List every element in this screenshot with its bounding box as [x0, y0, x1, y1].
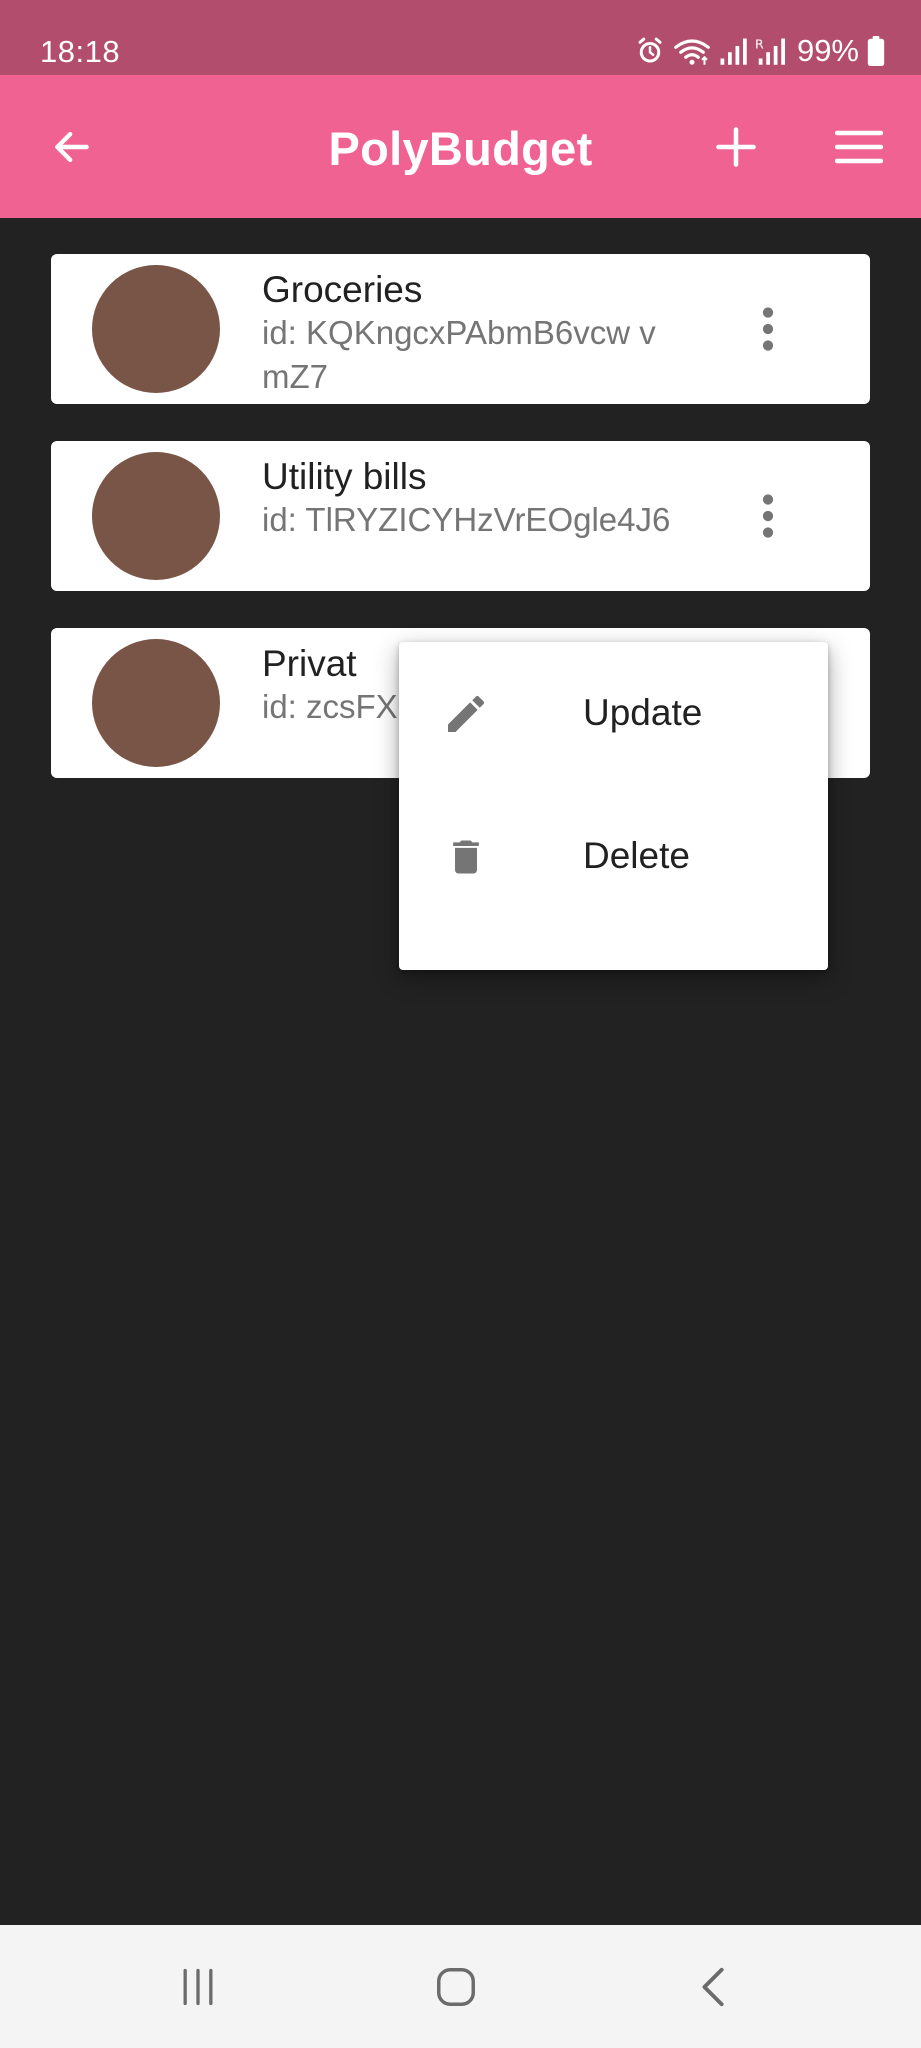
context-menu: Update Delete [399, 642, 828, 970]
app-bar: PolyBudget [0, 75, 921, 218]
alarm-icon [638, 37, 662, 63]
status-bar: 18:18 R 99% [0, 0, 921, 75]
pencil-icon [441, 689, 491, 739]
back-icon [702, 1967, 724, 2007]
recents-button[interactable] [162, 1951, 234, 2023]
home-button[interactable] [420, 1951, 492, 2023]
menu-item-label: Delete [583, 835, 690, 876]
menu-item-update[interactable]: Update [399, 642, 828, 785]
budget-name: Utility bills [262, 456, 427, 497]
budget-id: id: TlRYZICYHzVrEOgle4J6 [262, 501, 671, 538]
budget-card-utility-bills[interactable]: Utility bills id: TlRYZICYHzVrEOgle4J6 [51, 441, 870, 591]
budget-name: Privat [262, 643, 357, 684]
plus-icon [716, 127, 756, 167]
budget-id: id: KQKngcxPAbmB6vcw vmZ7 [262, 314, 656, 395]
status-time: 18:18 [40, 34, 121, 69]
hamburger-icon [835, 130, 883, 164]
system-nav-bar [0, 1925, 921, 2048]
more-options-button[interactable] [743, 297, 793, 361]
app-title: PolyBudget [328, 122, 593, 175]
status-icons: R 99% [635, 33, 885, 69]
wifi-icon [674, 39, 710, 65]
home-icon [437, 1968, 475, 2006]
budget-card-groceries[interactable]: Groceries id: KQKngcxPAbmB6vcw vmZ7 [51, 254, 870, 404]
battery-icon [867, 36, 885, 66]
avatar [92, 265, 220, 393]
more-vert-icon [762, 494, 774, 538]
trash-icon [441, 832, 491, 882]
more-options-button[interactable] [743, 484, 793, 548]
signal-r-icon: R [755, 37, 785, 65]
menu-item-delete[interactable]: Delete [399, 785, 828, 928]
menu-button[interactable] [823, 111, 895, 183]
recents-icon [183, 1968, 213, 2006]
back-nav-button[interactable] [678, 1951, 750, 2023]
battery-percent: 99% [796, 33, 859, 68]
more-vert-icon [762, 307, 774, 351]
budget-name: Groceries [262, 269, 423, 310]
add-budget-button[interactable] [700, 111, 772, 183]
signal-icon [720, 38, 747, 65]
avatar [92, 452, 220, 580]
avatar [92, 639, 220, 767]
menu-item-label: Update [583, 692, 703, 733]
svg-text:R: R [755, 37, 764, 52]
